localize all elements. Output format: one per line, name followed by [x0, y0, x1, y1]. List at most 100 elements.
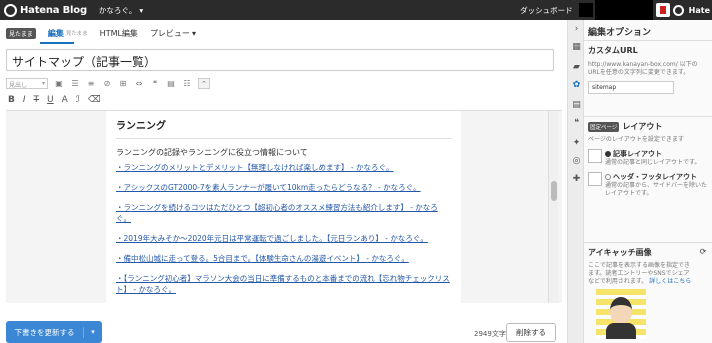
dashboard-link[interactable]: ダッシュボード	[520, 5, 573, 16]
character-count: 2949文字	[474, 330, 506, 338]
heading-select[interactable]: 見出し ▾	[6, 77, 48, 89]
clear-format-icon[interactable]: ⌫	[88, 95, 101, 105]
image-icon[interactable]: ▣	[54, 79, 64, 88]
strikethrough-icon[interactable]: T	[34, 95, 40, 105]
chevron-right-icon[interactable]: ›	[571, 24, 582, 35]
content-area: ランニング ランニングの記録やランニングに役立つ情報について ・ランニングのメリ…	[6, 110, 562, 336]
post-link[interactable]: ・ランニングのメリットとデメリット【無理しなければ楽しめます】 - かなろぐ。	[116, 163, 393, 172]
mode-badge: 見たまま	[6, 27, 36, 39]
quote-icon[interactable]: ❝	[571, 118, 582, 129]
quote-icon[interactable]: ❝	[150, 79, 160, 88]
post-link[interactable]: ・【ランニング初心者】マラソン大会の当日に準備するものと本番までの流れ【忘れ物チ…	[116, 274, 450, 294]
list-item: ・備中松山城に走って登る。5合目まで。【体験生命さんの湯遊イベント】 - かなろ…	[116, 253, 451, 264]
list-item: ・アシックスのGT2000-7を素人ランナーが履いて10km走ったらどうなる？ …	[116, 182, 451, 193]
list-item: ・2019年大みそか～2020年元日は平常運転で過ごしました。【元日ランあり】 …	[116, 233, 451, 244]
divider-icon[interactable]: ⇔	[134, 79, 144, 88]
post-link[interactable]: ・備中松山城に走って登る。5合目まで。【体験生命さんの湯遊イベント】 - かなろ…	[116, 254, 409, 263]
tab-edit-sub: 見たまま	[65, 31, 88, 37]
panel-title: 編集オプション	[588, 28, 652, 38]
update-draft-button[interactable]: 下書きを更新する ▾	[6, 321, 102, 343]
panel-icon-rail: › ▦ ▰ ✿ ▤ ❝ ✦ ◎ ✚	[567, 20, 584, 343]
table-icon[interactable]: ▤	[166, 79, 176, 88]
section-intro: ランニングの記録やランニングに役立つ情報について	[116, 148, 308, 157]
gear-icon[interactable]: ✿	[571, 80, 582, 91]
text-color-icon[interactable]: A	[62, 95, 68, 105]
character-face	[610, 297, 632, 323]
tab-html[interactable]: HTML編集	[100, 28, 138, 39]
eyecatch-help-link[interactable]: 詳しくはこちら	[649, 278, 691, 285]
avatar[interactable]	[578, 3, 593, 17]
link-icon[interactable]: ⊘	[102, 79, 112, 88]
insert-icon[interactable]: ⊞	[118, 79, 128, 88]
update-draft-label: 下書きを更新する	[6, 326, 84, 338]
post-link[interactable]: ・2019年大みそか～2020年元日は平常運転で過ごしました。【元日ランあり】 …	[116, 234, 428, 243]
list-item: ・ランニングのメリットとデメリット【無理しなければ楽しめます】 - かなろぐ。	[116, 162, 451, 173]
plus-icon[interactable]: ✚	[571, 174, 582, 185]
document-icon[interactable]: ▤	[571, 100, 582, 111]
folder-icon[interactable]: ▰	[571, 62, 582, 73]
layout-option-label: 記事レイアウト	[605, 149, 700, 159]
hatena-logo[interactable]: Hatena Blog	[4, 3, 87, 17]
layout-option-header-footer-desc: 通常の記事から、サイドバーを除いたレイアウトです。	[605, 182, 708, 197]
italic-icon[interactable]: I	[23, 95, 26, 105]
delete-button[interactable]: 削除する	[506, 323, 556, 342]
editor: 見たまま 編集 見たまま HTML編集 プレビュー ▾ サイトマップ（記事一覧）…	[0, 20, 567, 343]
bold-icon[interactable]: B	[8, 95, 15, 105]
radio-unselected[interactable]	[605, 174, 611, 180]
notification-icon[interactable]	[655, 3, 670, 17]
chevron-down-icon[interactable]: ▾	[84, 328, 102, 336]
refresh-icon[interactable]: ⟳	[698, 247, 708, 257]
custom-url-section: カスタムURL http://www.kanayan-box.com/ 以下のU…	[584, 40, 712, 98]
hatena-logo-icon	[672, 4, 684, 16]
layout-option-article[interactable]: 記事レイアウト 通常の記事と同じレイアウトです。	[588, 149, 708, 167]
layout-section: 固定ページ レイアウト ページのレイアウトを設定できます 記事レイアウト 通常の…	[584, 116, 712, 202]
custom-url-input[interactable]: sitemap	[588, 81, 674, 94]
post-link[interactable]: ・ランニングを続けるコツはただひとつ【超初心者のオススメ練習方法も紹介します】 …	[116, 203, 438, 223]
post-link[interactable]: ・アシックスのGT2000-7を素人ランナーが履いて10km走ったらどうなる？ …	[116, 183, 421, 192]
underline-icon[interactable]: U	[47, 95, 54, 105]
text-style-toolbar: B I T U A ℐ ⌫	[8, 93, 101, 107]
tab-edit[interactable]: 編集 見たまま	[48, 28, 88, 39]
format-toolbar: 見出し ▾ ▣ ☰ ≡ ⊘ ⊞ ⇔ ❝ ▤ ☷ ⌃	[6, 76, 210, 90]
instagram-icon[interactable]: ◎	[571, 156, 582, 167]
hatena-brand-text: Hate	[688, 5, 710, 15]
top-bar: Hatena Blog かなろぐ。 ▾ ダッシュボード Hate	[0, 0, 712, 20]
active-tab-indicator	[40, 42, 74, 44]
align-icon[interactable]: ☷	[182, 79, 192, 88]
heading-divider	[116, 138, 451, 139]
radio-selected[interactable]	[605, 151, 611, 157]
hatena-logo-icon	[4, 3, 17, 17]
list-item: ・【ランニング初心者】マラソン大会の当日に準備するものと本番までの流れ【忘れ物チ…	[116, 273, 451, 295]
layout-option-article-label: 記事レイアウト	[613, 150, 662, 158]
custom-url-title: カスタムURL	[588, 46, 638, 55]
chevron-down-icon: ▾	[139, 5, 144, 15]
layout-title-text: レイアウト	[622, 122, 663, 131]
list-item: ・ランニングを続けるコツはただひとつ【超初心者のオススメ練習方法も紹介します】 …	[116, 202, 451, 224]
scrollbar-thumb[interactable]	[551, 181, 557, 201]
blog-selector[interactable]: かなろぐ。 ▾	[99, 5, 143, 16]
font-size-icon[interactable]: ℐ	[76, 95, 80, 105]
photo-icon[interactable]: ▦	[571, 42, 582, 53]
layout-option-article-desc: 通常の記事と同じレイアウトです。	[605, 159, 701, 166]
hatena-menu[interactable]: Hate	[672, 4, 710, 16]
twitter-icon[interactable]: ✦	[571, 138, 582, 149]
layout-option-header-footer-label: ヘッダ・フッタレイアウト	[613, 173, 697, 181]
user-name-redacted[interactable]	[594, 0, 653, 20]
collapse-toolbar-button[interactable]: ⌃	[198, 77, 210, 89]
editor-tabs: 見たまま 編集 見たまま HTML編集 プレビュー ▾	[6, 26, 196, 40]
tab-edit-label: 編集	[47, 28, 64, 38]
numbered-list-icon[interactable]: ≡	[86, 79, 96, 88]
title-input[interactable]: サイトマップ（記事一覧）	[6, 49, 554, 71]
fixed-page-badge: 固定ページ	[588, 121, 620, 132]
layout-option-header-footer[interactable]: ヘッダ・フッタレイアウト 通常の記事から、サイドバーを除いたレイアウトです。	[588, 172, 708, 198]
layout-description: ページのレイアウトを設定できます	[588, 136, 684, 143]
eyecatch-image[interactable]	[596, 289, 646, 339]
tab-preview[interactable]: プレビュー ▾	[150, 28, 196, 39]
list-icon[interactable]: ☰	[70, 79, 80, 88]
logo-text: Hatena Blog	[20, 4, 87, 16]
chevron-down-icon: ▾	[41, 79, 45, 87]
section-heading: ランニング	[116, 121, 166, 132]
bottom-bar: 下書きを更新する ▾ 2949文字 削除する	[0, 303, 567, 343]
tab-html-label: HTML編集	[99, 28, 138, 38]
layout-title: 固定ページ レイアウト	[588, 121, 708, 132]
